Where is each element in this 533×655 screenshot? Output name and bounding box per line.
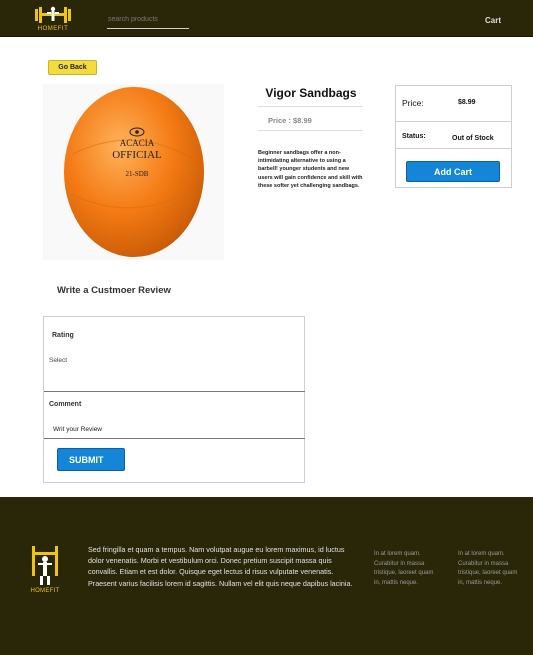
review-title: Write a Custmoer Review (57, 285, 171, 296)
footer: HOMEFIT Sed fringilla et quam a tempus. … (0, 497, 533, 655)
search-input[interactable] (107, 11, 189, 29)
price-label: Price: (402, 98, 424, 108)
divider (44, 438, 305, 439)
orange-ball-illustration: ACACIA OFFICIAL 21-SDB (43, 84, 224, 260)
divider (44, 391, 305, 392)
price-value: $8.99 (458, 99, 476, 106)
ball-print-line1: ACACIA (120, 138, 155, 148)
status-value: Out of Stock (452, 135, 494, 142)
footer-logo-text: HOMEFIT (30, 588, 60, 594)
footer-column-1: In at lorem quam. Curabitur in massa tri… (374, 551, 434, 587)
footer-logo[interactable]: HOMEFIT (29, 540, 61, 598)
ball-print-line3: 21-SDB (126, 170, 149, 178)
add-cart-button[interactable]: Add Cart (406, 161, 500, 182)
product-price: Price : $8.99 (268, 116, 312, 125)
ball-print-line2: OFFICIAL (112, 149, 162, 161)
product-price-row: Price : $8.99 (258, 106, 363, 131)
comment-label: Comment (49, 401, 82, 408)
footer-column-2: In at lorem quam. Curabitur in massa tri… (458, 551, 518, 587)
cart-link[interactable]: Cart (485, 16, 501, 25)
barbell-logo-icon (32, 546, 58, 585)
product-description: Beginner sandbags offer a non-intimidati… (258, 150, 363, 189)
top-navbar: HOMEFIT Cart (0, 0, 533, 37)
price-row: Price: $8.99 (396, 86, 511, 122)
homefit-logo[interactable]: HOMEFIT (33, 4, 73, 34)
review-form: Rating Select Comment SUBMIT (43, 316, 305, 483)
product-image: ACACIA OFFICIAL 21-SDB (43, 84, 224, 260)
go-back-button[interactable]: Go Back (48, 60, 97, 75)
comment-input[interactable] (53, 423, 253, 435)
status-label: Status: (402, 133, 426, 140)
barbell-logo-icon (35, 6, 71, 23)
purchase-box: Price: $8.99 Status: Out of Stock Add Ca… (395, 85, 512, 188)
footer-description: Sed fringilla et quam a tempus. Nam volu… (88, 545, 353, 588)
logo-text: HOMEFIT (37, 26, 69, 32)
submit-button[interactable]: SUBMIT (57, 448, 125, 471)
product-title: Vigor Sandbags (265, 86, 357, 100)
rating-label: Rating (52, 332, 74, 339)
status-row: Status: Out of Stock (396, 122, 511, 149)
rating-select[interactable]: Select (49, 354, 169, 366)
